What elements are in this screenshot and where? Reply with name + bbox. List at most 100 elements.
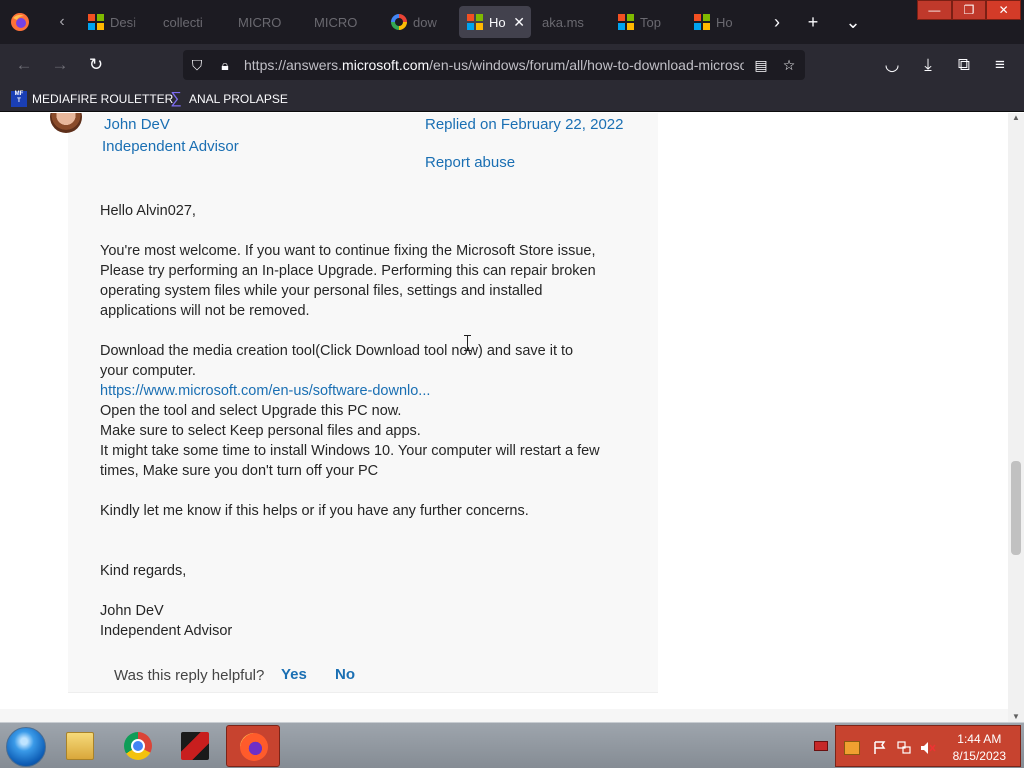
taskbar-file-explorer[interactable] [53,725,107,767]
clock-date: 8/15/2023 [952,749,1006,763]
tab-label: Ho [489,14,506,30]
taskbar-red-app[interactable] [168,725,222,767]
reply-date: Replied on February 22, 2022 [425,116,624,133]
firefox-logo-icon[interactable] [10,12,30,32]
sigma-icon: ∑ [170,90,182,107]
tab-micro-2[interactable]: MICRO [306,6,378,38]
chrome-icon [124,732,152,760]
text-line: Make sure to select Keep personal files … [100,423,421,439]
text-line: Please try performing an In-place Upgrad… [100,263,596,279]
tab-how-to-download-active[interactable]: Ho ✕ [459,6,531,38]
tab-label: Ho [716,14,733,30]
volume-muted-icon[interactable] [920,741,936,755]
clock-time: 1:44 AM [957,732,1002,746]
file-explorer-icon [66,732,94,760]
tab-collection[interactable]: collecti [155,6,227,38]
tracking-protection-shield-icon[interactable]: ⛉ [187,55,207,75]
tab-micro-1[interactable]: MICRO [230,6,302,38]
tab-aka-ms[interactable]: aka.ms [534,6,606,38]
text-line: Download the media creation tool(Click D… [100,343,574,359]
page-content: John DeV Independent Advisor Replied on … [0,113,1008,709]
media-creation-tool-link[interactable]: https://www.microsoft.com/en-us/software… [100,381,640,401]
new-tab-button[interactable]: + [802,11,824,33]
report-abuse-link[interactable]: Report abuse [425,154,515,171]
minimize-button[interactable]: — [917,0,952,20]
tray-warning-icon[interactable] [844,741,860,755]
vertical-scrollbar[interactable]: ▲ ▼ [1008,113,1024,722]
list-all-tabs-button[interactable]: ⌄ [842,11,864,33]
helpful-question: Was this reply helpful? [114,667,265,684]
window-close-button[interactable]: ✕ [986,0,1022,20]
restore-button[interactable]: ❐ [951,0,987,20]
tab-google-download[interactable]: dow [383,6,455,38]
forward-button[interactable]: → [48,53,72,77]
google-logo-icon [391,14,407,30]
tab-how-to-2[interactable]: Ho [686,6,758,38]
text-line: It might take some time to install Windo… [100,443,600,459]
helpful-no-button[interactable]: No [335,666,355,683]
scroll-up-icon[interactable]: ▲ [1008,113,1024,123]
tab-desi[interactable]: Desi [80,6,152,38]
back-button[interactable]: ← [12,53,36,77]
tab-label: aka.ms [542,14,584,30]
scroll-down-icon[interactable]: ▼ [1008,712,1024,722]
navigation-toolbar: ← → ↻ ⛉ 🔒︎ https://answers.microsoft.com… [0,44,1024,86]
helpful-yes-button[interactable]: Yes [281,666,307,683]
text-line: You're most welcome. If you want to cont… [100,243,596,259]
red-app-icon [181,732,209,760]
mediafire-icon: MF T [11,91,27,107]
pocket-icon[interactable]: ◡ [880,53,904,77]
text-line: operating system files while your person… [100,283,543,299]
tab-scroll-left-icon[interactable]: ‹ [52,12,72,32]
tab-strip: ‹ Desi collecti MICRO MICRO dow Ho ✕ aka… [0,0,1024,44]
network-icon[interactable] [896,741,912,755]
tab-label: MICRO [238,14,282,30]
url-text[interactable]: https://answers.microsoft.com/en-us/wind… [244,57,744,73]
signature-name: John DeV [100,603,164,619]
close-tab-icon[interactable]: ✕ [513,14,525,31]
clock[interactable]: 1:44 AM 8/15/2023 [953,731,1006,765]
microsoft-logo-icon [88,14,104,30]
text-cursor-icon [464,335,473,351]
tab-label: collecti [163,14,203,30]
taskbar-chrome[interactable] [111,725,165,767]
regards-line: Kind regards, [100,563,187,579]
tab-label: MICRO [314,14,358,30]
bookmark-label: MEDIAFIRE ROULETTER [32,92,174,106]
window-controls: — ❐ ✕ [917,0,1022,20]
action-center-flag-icon[interactable] [872,741,888,755]
text-line: applications will not be removed. [100,303,310,319]
bookmark-star-icon[interactable]: ☆ [779,55,799,75]
scrollbar-thumb[interactable] [1011,461,1021,555]
text-line: your computer. [100,363,196,379]
tray-app-icon[interactable] [814,741,828,751]
app-menu-icon[interactable]: ≡ [988,53,1012,77]
bookmark-label: ANAL PROLAPSE [189,92,288,106]
microsoft-logo-icon [618,14,634,30]
bookmark-mediafire-rouletter[interactable]: MF T MEDIAFIRE ROULETTER [11,89,173,109]
closing-line: Kindly let me know if this helps or if y… [100,503,529,519]
lock-icon[interactable]: 🔒︎ [215,55,235,75]
taskbar-firefox[interactable] [226,725,280,767]
reader-view-icon[interactable]: ▤ [751,55,771,75]
downloads-icon[interactable]: ⤓ [916,53,940,77]
paragraph-download-tool: Download the media creation tool(Click D… [100,341,640,481]
extensions-icon[interactable]: ⧉ [952,53,976,77]
firefox-icon [240,733,268,761]
bookmark-anal-prolapse[interactable]: ∑ ANAL PROLAPSE [168,89,288,109]
tab-label: Top [640,14,661,30]
reload-button[interactable]: ↻ [84,53,108,77]
start-button[interactable] [6,727,46,767]
tab-top[interactable]: Top [610,6,682,38]
bookmarks-toolbar: MF T MEDIAFIRE ROULETTER ∑ ANAL PROLAPSE [0,86,1024,112]
system-tray: 1:44 AM 8/15/2023 [835,725,1021,767]
tab-scroll-right-icon[interactable]: › [766,11,788,33]
microsoft-logo-icon [694,14,710,30]
address-bar[interactable]: ⛉ 🔒︎ https://answers.microsoft.com/en-us… [183,50,805,80]
author-name-link[interactable]: John DeV [104,116,170,133]
page-bottom-edge [0,709,1008,722]
microsoft-logo-icon [467,14,483,30]
greeting: Hello Alvin027, [100,203,196,219]
signature-role: Independent Advisor [100,623,233,639]
url-prefix: https://answers. [244,57,343,73]
